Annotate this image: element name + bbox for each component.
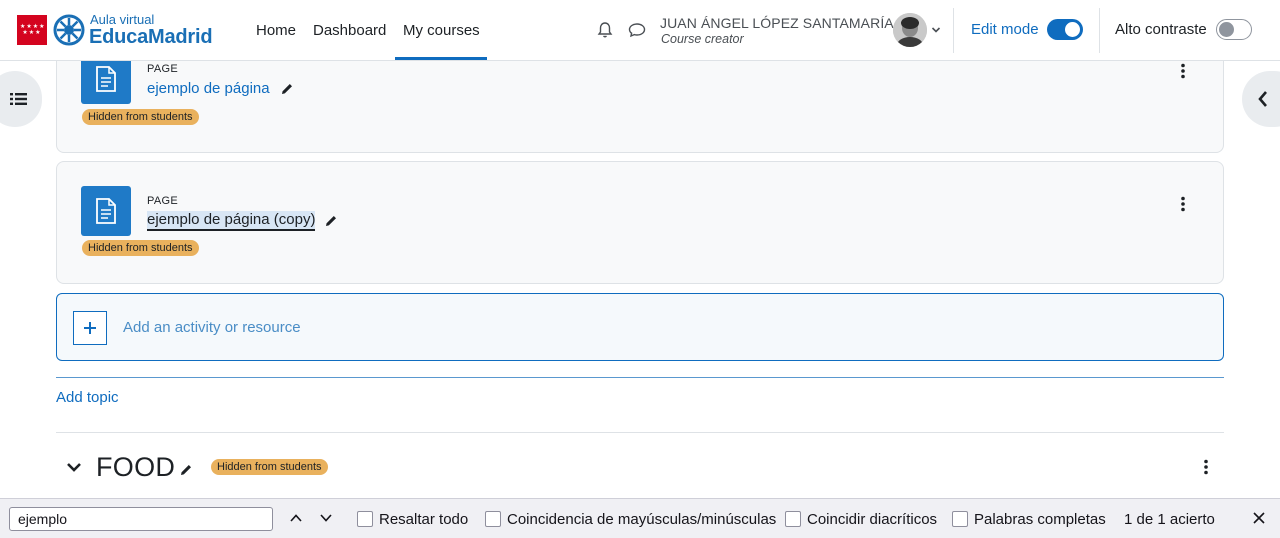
section-divider (56, 377, 1224, 378)
edit-mode-label: Edit mode (971, 21, 1039, 38)
add-activity-label: Add an activity or resource (123, 319, 301, 336)
page-activity-icon[interactable] (81, 54, 131, 104)
educamadrid-logo-icon (53, 14, 85, 46)
hidden-badge: Hidden from students (82, 109, 199, 125)
nav-home[interactable]: Home (256, 22, 296, 39)
nav-my-courses[interactable]: My courses (403, 22, 480, 39)
comunidad-madrid-flag-logo: ★★★★ ★★★ (17, 15, 47, 45)
browser-find-bar: Resaltar todo Coincidencia de mayúsculas… (0, 498, 1280, 538)
messages-icon[interactable] (627, 20, 647, 40)
activity-card: PAGE ejemplo de página (copy) Hidden fro… (56, 161, 1224, 284)
brand-subtitle: Aula virtual (90, 12, 155, 27)
whole-words-label[interactable]: Palabras completas (974, 511, 1106, 528)
user-name[interactable]: JUAN ÁNGEL LÓPEZ SANTAMARÍA (660, 15, 894, 31)
kebab-menu-icon[interactable] (1203, 459, 1209, 475)
find-result-count: 1 de 1 acierto (1124, 511, 1215, 528)
close-icon[interactable] (1252, 511, 1266, 525)
brand-title[interactable]: EducaMadrid (89, 26, 213, 49)
activity-type: PAGE (147, 63, 178, 75)
high-contrast-toggle[interactable] (1216, 19, 1252, 40)
course-index-drawer-toggle[interactable] (0, 71, 42, 127)
user-avatar[interactable] (893, 13, 927, 47)
high-contrast-label: Alto contraste (1115, 21, 1207, 38)
collapse-section-chevron-icon[interactable] (66, 460, 82, 474)
match-diacritics-label[interactable]: Coincidir diacríticos (807, 511, 937, 528)
highlight-all-label[interactable]: Resaltar todo (379, 511, 468, 528)
match-diacritics-checkbox[interactable] (785, 511, 801, 527)
kebab-menu-icon[interactable] (1180, 196, 1186, 212)
page-activity-icon[interactable] (81, 186, 131, 236)
find-next-icon[interactable] (319, 512, 333, 524)
activity-name-link[interactable]: ejemplo de página (147, 80, 270, 97)
match-case-label[interactable]: Coincidencia de mayúsculas/minúsculas (507, 511, 776, 528)
find-input[interactable] (9, 507, 273, 531)
list-icon (10, 93, 27, 105)
hidden-badge: Hidden from students (82, 240, 199, 256)
section-title: FOOD (96, 452, 176, 482)
add-topic-link[interactable]: Add topic (56, 389, 119, 406)
section-divider (56, 432, 1224, 433)
plus-icon (73, 311, 107, 345)
activity-type: PAGE (147, 195, 178, 207)
hidden-badge: Hidden from students (211, 459, 328, 475)
match-case-checkbox[interactable] (485, 511, 501, 527)
nav-dashboard[interactable]: Dashboard (313, 22, 386, 39)
block-drawer-toggle[interactable] (1242, 71, 1280, 127)
top-navbar: ★★★★ ★★★ Aula virtual EducaMadrid Home Da… (0, 0, 1280, 61)
whole-words-checkbox[interactable] (952, 511, 968, 527)
active-nav-underline (395, 57, 487, 60)
user-role: Course creator (661, 32, 744, 46)
bell-icon[interactable] (595, 20, 615, 40)
pencil-icon[interactable] (324, 214, 338, 228)
pencil-icon[interactable] (179, 463, 193, 477)
activity-name-link[interactable]: ejemplo de página (copy) (147, 211, 316, 231)
kebab-menu-icon[interactable] (1180, 63, 1186, 79)
highlight-all-checkbox[interactable] (357, 511, 373, 527)
chevron-down-icon[interactable] (931, 25, 941, 35)
edit-mode-toggle[interactable] (1047, 19, 1083, 40)
pencil-icon[interactable] (280, 82, 294, 96)
find-previous-icon[interactable] (289, 512, 303, 524)
add-activity-button[interactable]: Add an activity or resource (56, 293, 1224, 361)
navbar-divider (953, 8, 954, 53)
navbar-divider (1099, 8, 1100, 53)
chevron-left-icon (1258, 91, 1267, 107)
